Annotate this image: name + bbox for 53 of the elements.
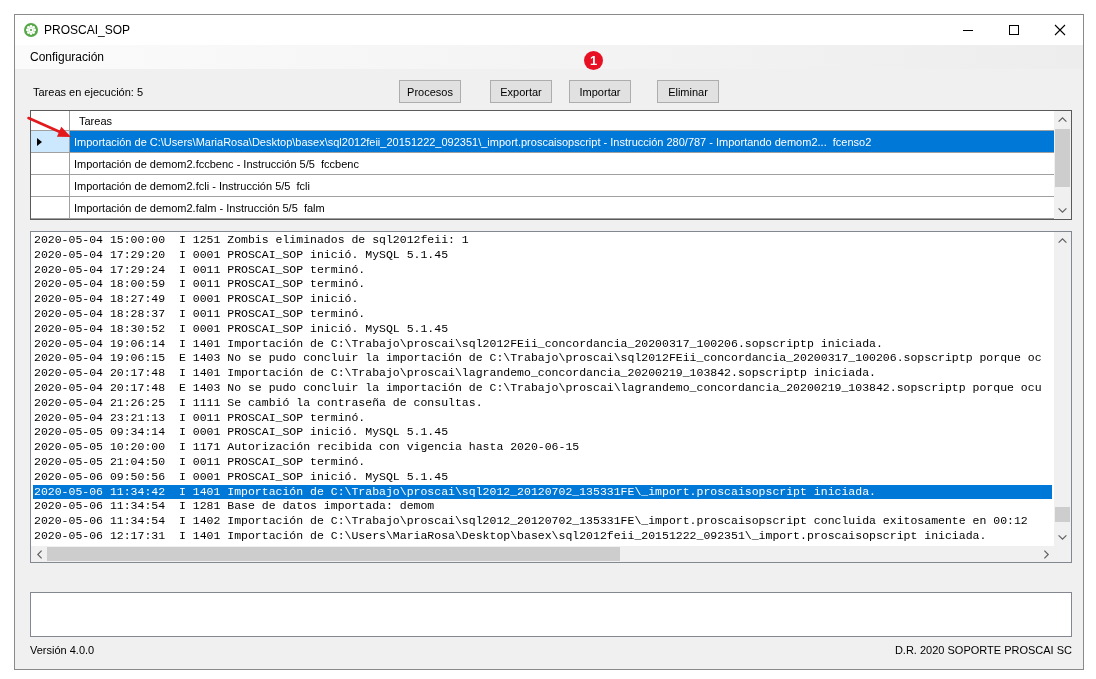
window-title: PROSCAI_SOP [44,23,131,37]
table-cell[interactable]: Importación de C:\Users\MariaRosa\Desktop\basex\sql2012feii_20151222_092351\_import.proscaisopscript - Instrucción 280/787 - Importando demom2... fcenso2 [70,131,1054,153]
toolbar-button[interactable]: Exportar [490,80,552,103]
row-pointer-icon [37,137,42,146]
vertical-scrollbar[interactable] [1054,232,1071,546]
log-line[interactable]: 2020-05-04 23:21:13 I 0011 PROSCAI_SOP terminó. [33,410,1052,426]
menu-item[interactable]: Configuración [22,47,113,67]
row-header-cell[interactable] [31,131,70,153]
log-line[interactable]: 2020-05-06 12:17:31 I 1401 Importación de C:\Users\MariaRosa\Desktop\basex\sql2012feii_20151222_092351\_import.proscaisopscript iniciada. [33,528,1052,544]
toolbar-button[interactable]: Importar [569,80,631,103]
version-label: Versión 4.0.0 [30,644,95,657]
running-tasks-label: Tareas en ejecución: 5 [33,85,144,98]
row-header-cell[interactable] [31,197,70,219]
log-line[interactable]: 2020-05-04 18:00:59 I 0011 PROSCAI_SOP terminó. [33,277,1052,293]
log-line[interactable]: 2020-05-04 18:27:49 I 0001 PROSCAI_SOP inició. [33,292,1052,307]
log-line[interactable]: 2020-05-04 17:29:24 I 0011 PROSCAI_SOP terminó. [33,262,1052,278]
log-line[interactable]: 2020-05-04 18:28:37 I 0011 PROSCAI_SOP terminó. [33,307,1052,322]
minimize-icon [963,29,973,31]
gear-icon [24,23,38,37]
scrollbar-thumb[interactable] [1055,507,1070,522]
log-line[interactable]: 2020-05-05 10:20:00 I 1171 Autorización recibida con vigencia hasta 2020-06-15 [33,440,1052,455]
chevron-up-icon[interactable] [1058,238,1067,243]
log-line[interactable]: 2020-05-04 15:00:00 I 1251 Zombis eliminados de sql2012feii: 1 [33,233,1052,248]
scrollbar-thumb[interactable] [1055,129,1070,187]
log-line[interactable]: 2020-05-05 21:04:50 I 0011 PROSCAI_SOP terminó. [33,454,1052,470]
log-line[interactable]: 2020-05-04 21:26:25 I 1111 Se cambió la contraseña de consultas. [33,395,1052,411]
copyright-label: D.R. 2020 SOPORTE PROSCAI SC [894,644,1072,657]
arrow-icon [27,116,73,140]
close-icon [1055,25,1065,35]
log-line[interactable]: 2020-05-04 20:17:48 I 1401 Importación de C:\Trabajo\proscai\lagrandemo_concordancia_20200219_103842.sopscriptp iniciada. [33,366,1052,381]
chevron-left-icon[interactable] [36,549,42,559]
scrollbar-thumb[interactable] [47,547,620,561]
log-line[interactable]: 2020-05-04 19:06:15 E 1403 No se pudo concluir la importación de C:\Trabajo\proscai\sql2012FEii_concordancia_20200317_100206.sopscriptp porque oc [33,351,1052,367]
log-line[interactable]: 2020-05-06 09:50:56 I 0001 PROSCAI_SOP inició. MySQL 5.1.45 [33,469,1052,485]
chevron-down-icon[interactable] [1058,535,1067,540]
toolbar-button[interactable]: Eliminar [657,80,719,103]
log-line[interactable]: 2020-05-06 11:34:54 I 1281 Base de datos importada: demom [33,499,1052,515]
row-header-cell[interactable] [31,153,70,175]
log-line[interactable]: 2020-05-04 18:30:52 I 0001 PROSCAI_SOP inició. MySQL 5.1.45 [33,321,1052,337]
horizontal-scrollbar[interactable] [31,546,1054,562]
log-line[interactable]: 2020-05-04 19:06:14 I 1401 Importación de C:\Trabajo\proscai\sql2012FEii_concordancia_20200317_100206.sopscriptp iniciada. [33,336,1052,352]
chevron-right-icon[interactable] [1043,549,1049,559]
chevron-up-icon[interactable] [1058,117,1067,122]
log-line[interactable]: 2020-05-05 09:34:14 I 0001 PROSCAI_SOP inició. MySQL 5.1.45 [33,425,1052,441]
message-field[interactable] [30,592,1072,637]
log-line[interactable]: 2020-05-04 17:29:20 I 0001 PROSCAI_SOP inició. MySQL 5.1.45 [33,247,1052,263]
row-header-cell[interactable] [31,175,70,197]
chevron-down-icon[interactable] [1058,208,1067,213]
vertical-scrollbar[interactable] [1054,111,1071,219]
log-line[interactable]: 2020-05-06 11:34:54 I 1402 Importación de C:\Trabajo\proscai\sql2012_20120702_135331FE\_import.proscaisopscript concluida exitosamente en 00:12 [33,514,1052,529]
maximize-icon [1009,25,1019,35]
toolbar-button[interactable]: Procesos [399,80,461,103]
log-line[interactable]: 2020-05-04 20:17:48 E 1403 No se pudo concluir la importación de C:\Trabajo\proscai\lagrandemo_concordancia_20200219_103842.sopscriptp porque ocu [33,380,1052,396]
